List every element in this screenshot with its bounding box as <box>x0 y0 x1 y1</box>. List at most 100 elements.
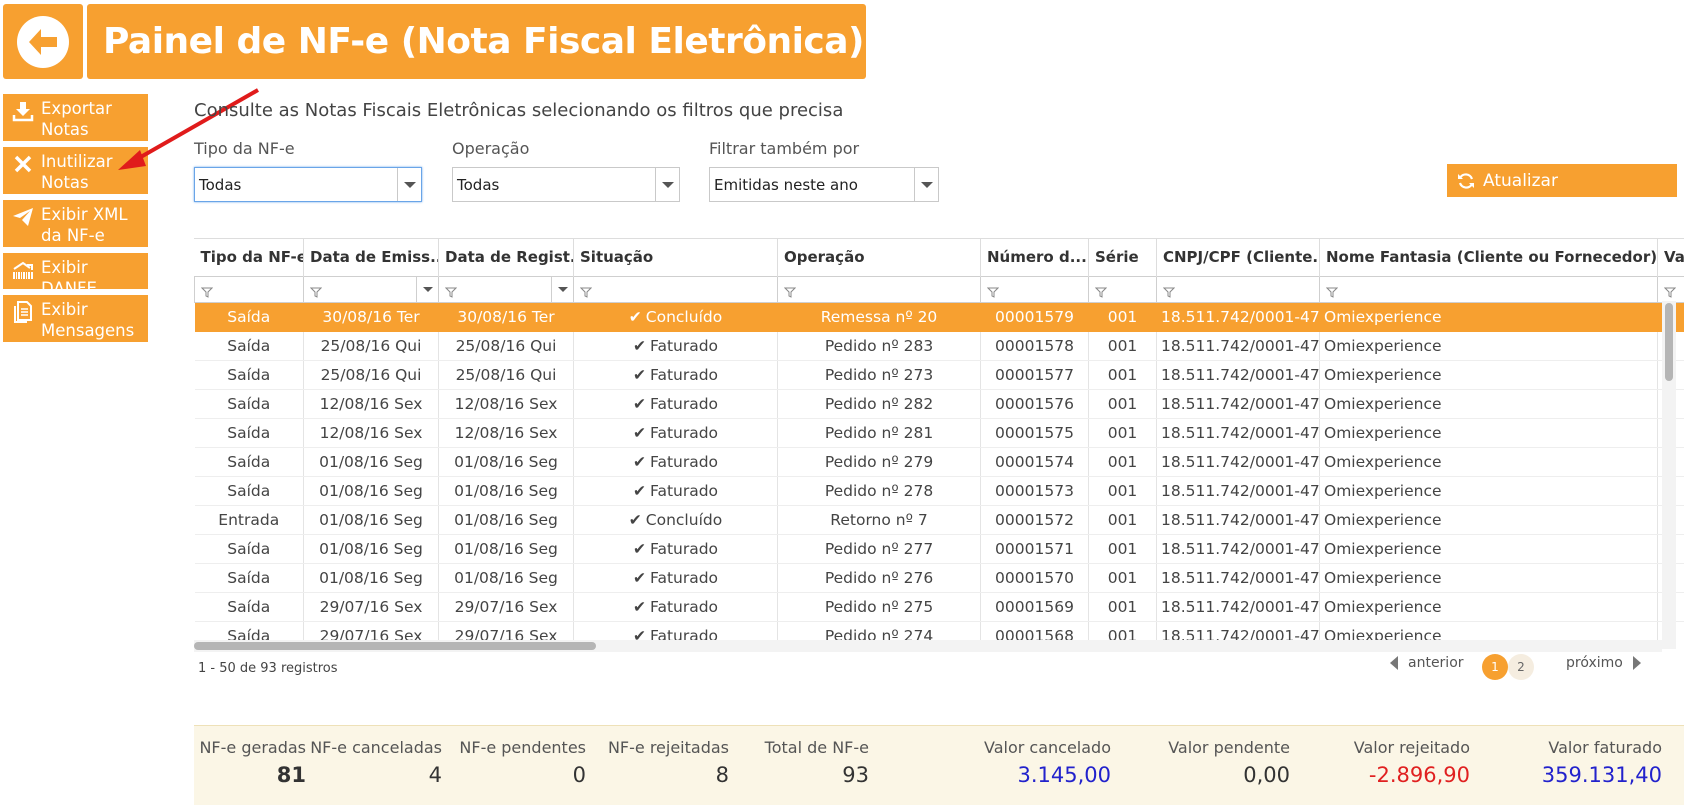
table-cell: ✔ Faturado <box>573 563 778 593</box>
check-icon: ✔ <box>628 307 642 326</box>
table-cell: 01/08/16 Seg <box>438 534 574 564</box>
back-arrow-icon <box>17 15 69 68</box>
table-cell: ✔ Faturado <box>573 447 778 477</box>
table-cell: 001 <box>1088 476 1157 506</box>
operation-label: Operação <box>452 139 530 158</box>
column-filter-input[interactable] <box>1156 275 1320 303</box>
column-filter-input[interactable] <box>1088 275 1157 303</box>
nfe-type-select[interactable]: Todas <box>194 167 422 202</box>
table-cell: 01/08/16 Seg <box>303 505 439 535</box>
column-filter-input[interactable] <box>573 275 778 303</box>
check-icon: ✔ <box>632 365 646 384</box>
table-row[interactable]: Saída 12/08/16 Sex 12/08/16 Sex ✔ Faturado Pe… <box>194 418 1684 448</box>
table-row[interactable]: Saída 01/08/16 Seg 01/08/16 Seg ✔ Faturado Pe… <box>194 534 1684 564</box>
table-cell: ✔ Faturado <box>573 534 778 564</box>
table-row[interactable]: Saída 01/08/16 Seg 01/08/16 Seg ✔ Faturado Pe… <box>194 476 1684 506</box>
column-filter-input[interactable] <box>194 275 304 303</box>
x-icon <box>11 152 35 176</box>
table-cell: Pedido nº 277 <box>777 534 981 564</box>
table-cell: Omiexperience <box>1319 302 1658 332</box>
table-cell: Pedido nº 282 <box>777 389 981 419</box>
stat-cancelled: NF-e canceladas 4 <box>310 738 442 787</box>
filter-funnel-icon <box>579 284 593 302</box>
chevron-down-icon[interactable] <box>914 168 938 201</box>
table-cell: ✔ Faturado <box>573 331 778 361</box>
show-xml-button[interactable]: Exibir XML da NF-e <box>3 200 148 247</box>
column-header[interactable]: Nome Fantasia (Cliente ou Fornecedor) <box>1319 239 1658 276</box>
previous-page-button[interactable]: anterior <box>1390 655 1464 671</box>
column-filter-input[interactable] <box>777 275 981 303</box>
show-messages-button[interactable]: Exibir Mensagens <box>3 295 148 342</box>
table-row[interactable]: Saída 25/08/16 Qui 25/08/16 Qui ✔ Faturado Pe… <box>194 360 1684 390</box>
column-header[interactable]: Tipo da NF-e <box>194 239 304 276</box>
page-1-button[interactable]: 1 <box>1482 654 1508 680</box>
column-header[interactable]: Operação <box>777 239 981 276</box>
chevron-down-icon[interactable] <box>551 277 573 301</box>
table-cell: Omiexperience <box>1319 389 1658 419</box>
record-count: 1 - 50 de 93 registros <box>198 661 338 676</box>
table-cell: Pedido nº 279 <box>777 447 981 477</box>
table-cell: 18.511.742/0001-47 <box>1156 418 1320 448</box>
column-header[interactable]: CNPJ/CPF (Cliente... <box>1156 239 1320 276</box>
table-cell: 01/08/16 Seg <box>438 447 574 477</box>
table-cell: ✔ Faturado <box>573 418 778 448</box>
table-row[interactable]: Saída 01/08/16 Seg 01/08/16 Seg ✔ Faturado Pe… <box>194 447 1684 477</box>
chevron-down-icon[interactable] <box>655 168 679 201</box>
table-cell: Pedido nº 275 <box>777 592 981 622</box>
table-cell: Omiexperience <box>1319 360 1658 390</box>
operation-select[interactable]: Todas <box>452 167 680 202</box>
table-row[interactable]: Saída 29/07/16 Sex 29/07/16 Sex ✔ Faturado Pe… <box>194 592 1684 622</box>
back-button[interactable] <box>3 4 83 79</box>
column-filter-input[interactable] <box>1319 275 1658 303</box>
next-page-button[interactable]: próximo <box>1566 655 1641 671</box>
table-cell: Pedido nº 281 <box>777 418 981 448</box>
table-cell: Remessa nº 20 <box>777 302 981 332</box>
table-cell: Pedido nº 278 <box>777 476 981 506</box>
column-header[interactable]: Série <box>1088 239 1157 276</box>
column-filter-input[interactable] <box>980 275 1089 303</box>
table-cell: Saída <box>194 592 304 622</box>
table-cell: 29/07/16 Sex <box>438 592 574 622</box>
column-header[interactable]: Data de Emiss... <box>303 239 439 276</box>
table-cell: 001 <box>1088 563 1157 593</box>
stat-value-rejected: Valor rejeitado -2.896,90 <box>1353 738 1470 787</box>
table-cell: 18.511.742/0001-47 <box>1156 505 1320 535</box>
column-filter-input[interactable] <box>1657 275 1684 303</box>
table-row[interactable]: Entrada 01/08/16 Seg 01/08/16 Seg ✔ Concluíd… <box>194 505 1684 535</box>
table-cell: 001 <box>1088 331 1157 361</box>
filter-funnel-icon <box>200 284 214 302</box>
table-cell: Pedido nº 283 <box>777 331 981 361</box>
also-filter-select[interactable]: Emitidas neste ano <box>709 167 939 202</box>
show-danfe-button[interactable]: Exibir DANFE <box>3 253 148 289</box>
table-cell: 25/08/16 Qui <box>303 360 439 390</box>
table-cell: 01/08/16 Seg <box>303 476 439 506</box>
table-row[interactable]: Saída 30/08/16 Ter 30/08/16 Ter ✔ Concluído R… <box>194 302 1684 332</box>
check-icon: ✔ <box>632 568 646 587</box>
chevron-down-icon[interactable] <box>416 277 438 301</box>
column-header[interactable]: Va <box>1657 239 1684 276</box>
column-header[interactable]: Situação <box>573 239 778 276</box>
column-header[interactable]: Número d... <box>980 239 1089 276</box>
column-header[interactable]: Data de Regist... <box>438 239 574 276</box>
table-row[interactable]: Saída 01/08/16 Seg 01/08/16 Seg ✔ Faturado Pe… <box>194 563 1684 593</box>
chevron-right-icon <box>1632 656 1641 670</box>
table-row[interactable]: Saída 25/08/16 Qui 25/08/16 Qui ✔ Faturado Pe… <box>194 331 1684 361</box>
table-cell: 00001579 <box>980 302 1089 332</box>
table-cell: Omiexperience <box>1319 505 1658 535</box>
grid-horizontal-scrollbar[interactable] <box>194 640 1662 652</box>
filter-funnel-icon <box>1325 284 1339 302</box>
chevron-left-icon <box>1390 656 1398 670</box>
table-cell: 001 <box>1088 534 1157 564</box>
refresh-button[interactable]: Atualizar <box>1447 164 1677 197</box>
table-row[interactable]: Saída 12/08/16 Sex 12/08/16 Sex ✔ Faturado Pe… <box>194 389 1684 419</box>
filter-funnel-icon <box>1162 284 1176 302</box>
table-cell: 12/08/16 Sex <box>303 389 439 419</box>
table-cell: 25/08/16 Qui <box>438 360 574 390</box>
column-filter-input[interactable] <box>303 275 439 303</box>
chevron-down-icon[interactable] <box>397 168 421 201</box>
page-2-button[interactable]: 2 <box>1508 654 1534 680</box>
column-filter-input[interactable] <box>438 275 574 303</box>
grid-vertical-scrollbar[interactable] <box>1662 301 1676 649</box>
table-cell: Saída <box>194 418 304 448</box>
stat-generated: NF-e geradas 81 <box>199 738 306 787</box>
